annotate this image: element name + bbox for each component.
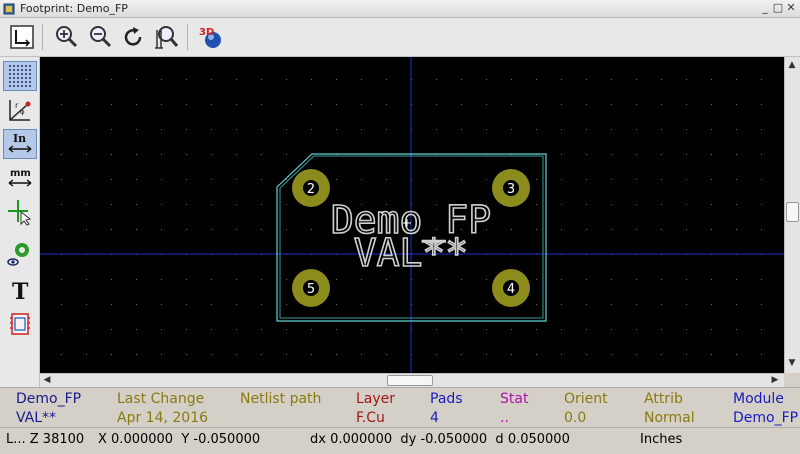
info-label: Last Change	[117, 391, 205, 407]
zoom-fit-button[interactable]	[151, 22, 181, 52]
info-column-netlist-path: Netlist path	[240, 390, 321, 428]
title-bar: Footprint: Demo_FP _ □ ✕	[0, 0, 800, 18]
mm-icon: mm	[8, 168, 32, 187]
pad-number: 5	[307, 282, 315, 297]
board-icon	[10, 25, 34, 49]
info-label: Stat	[500, 391, 529, 407]
info-column-stat: Stat ..	[500, 390, 528, 428]
svg-text:φ: φ	[20, 108, 25, 116]
pad-4[interactable]: 4	[492, 269, 530, 307]
3d-viewer-button[interactable]: 3D	[196, 22, 226, 52]
toolbar-separator	[187, 24, 188, 50]
info-label: Attrib	[644, 391, 683, 407]
pad-3[interactable]: 3	[492, 169, 530, 207]
module-edges-button[interactable]	[3, 309, 37, 339]
info-value: VAL**	[16, 410, 57, 426]
svg-text:r: r	[15, 101, 19, 110]
window-title: Footprint: Demo_FP	[20, 2, 128, 15]
footprint-value-text[interactable]: VAL**	[353, 230, 469, 276]
info-value: Apr 14, 2016	[117, 410, 209, 426]
info-label: Demo_FP	[16, 391, 82, 407]
svg-text:T: T	[12, 279, 29, 304]
redraw-button[interactable]	[118, 22, 148, 52]
svg-text:3D: 3D	[199, 27, 214, 38]
zoom-fit-icon	[155, 26, 179, 49]
info-column-name: Demo_FP VAL**	[16, 390, 81, 428]
units-inch-button[interactable]: In	[3, 129, 37, 159]
info-label: Orient	[564, 391, 608, 407]
info-column-layer: Layer F.Cu	[356, 390, 395, 428]
info-value: F.Cu	[356, 410, 385, 426]
canvas-drawing: 2 3 5 4 Demo_FP VAL**	[40, 57, 784, 373]
units-status: Inches	[640, 432, 683, 447]
info-value: 0.0	[564, 410, 587, 426]
zoom-in-button[interactable]	[51, 22, 81, 52]
module-edges-icon	[10, 313, 30, 335]
info-column-orient: Orient 0.0	[564, 390, 608, 428]
main-toolbar: 3D	[0, 18, 800, 57]
pad-2[interactable]: 2	[292, 169, 330, 207]
grid-icon	[9, 65, 31, 87]
cursor-shape-button[interactable]	[3, 197, 37, 227]
close-button[interactable]: ✕	[784, 1, 798, 15]
zoom-out-button[interactable]	[85, 22, 115, 52]
3d-icon: 3D	[199, 27, 221, 48]
redraw-icon	[124, 27, 142, 46]
pad-number: 2	[307, 182, 315, 197]
scroll-down-arrow[interactable]: ▼	[785, 357, 799, 369]
left-toolbar: r φ In mm T	[0, 57, 40, 387]
horizontal-scrollbar[interactable]: ◀ ▶	[40, 373, 784, 387]
message-panel: Demo_FP VAL** Last Change Apr 14, 2016 N…	[0, 387, 800, 427]
horizontal-scroll-thumb[interactable]	[387, 375, 433, 386]
info-column-module: Module Demo_FP	[733, 390, 798, 428]
text-sketch-button[interactable]: T	[3, 275, 37, 305]
info-column-attrib: Attrib Normal	[644, 390, 695, 428]
pad-number: 4	[507, 282, 515, 297]
grid-toggle-button[interactable]	[3, 61, 37, 91]
vertical-scrollbar[interactable]: ▲ ▼	[784, 57, 800, 373]
info-value	[240, 409, 321, 428]
zoom-status: L... Z 38100	[6, 432, 85, 447]
scroll-up-arrow[interactable]: ▲	[785, 59, 799, 71]
info-column-pads: Pads 4	[430, 390, 463, 428]
polar-coords-button[interactable]: r φ	[3, 95, 37, 125]
absolute-coords-status: X 0.000000 Y -0.050000	[98, 432, 261, 447]
units-mm-button[interactable]: mm	[3, 163, 37, 193]
zoom-in-icon	[56, 26, 78, 48]
toolbar-separator	[42, 24, 43, 50]
pad-number: 3	[507, 182, 515, 197]
pad-5[interactable]: 5	[292, 269, 330, 307]
info-label: Pads	[430, 391, 463, 407]
scroll-right-arrow[interactable]: ▶	[768, 374, 782, 386]
relative-coords-status: dx 0.000000 dy -0.050000 d 0.050000	[310, 432, 570, 447]
show-board-button[interactable]	[7, 22, 37, 52]
svg-text:mm: mm	[10, 168, 31, 179]
vertical-scroll-thumb[interactable]	[786, 202, 799, 222]
pad-sketch-button[interactable]	[3, 239, 37, 269]
zoom-out-icon	[90, 26, 112, 48]
info-label: Module	[733, 391, 784, 407]
footprint-canvas[interactable]: 2 3 5 4 Demo_FP VAL**	[40, 57, 784, 373]
text-icon: T	[12, 279, 29, 304]
info-label: Layer	[356, 391, 396, 407]
maximize-button[interactable]: □	[771, 1, 785, 15]
info-value: 4	[430, 410, 439, 426]
polar-icon: r φ	[9, 100, 31, 121]
pad-view-icon	[7, 243, 29, 266]
status-bar: L... Z 38100 X 0.000000 Y -0.050000 dx 0…	[0, 427, 800, 454]
cursor-icon	[8, 200, 32, 226]
info-value: ..	[500, 410, 509, 426]
info-label: Netlist path	[240, 391, 322, 407]
info-value: Normal	[644, 410, 695, 426]
info-value: Demo_FP	[733, 410, 799, 426]
info-column-last-change: Last Change Apr 14, 2016	[117, 390, 208, 428]
minimize-button[interactable]: _	[758, 1, 772, 15]
inch-icon: In	[8, 132, 32, 153]
svg-text:In: In	[13, 132, 26, 145]
app-icon	[3, 3, 15, 15]
scroll-left-arrow[interactable]: ◀	[40, 374, 54, 386]
